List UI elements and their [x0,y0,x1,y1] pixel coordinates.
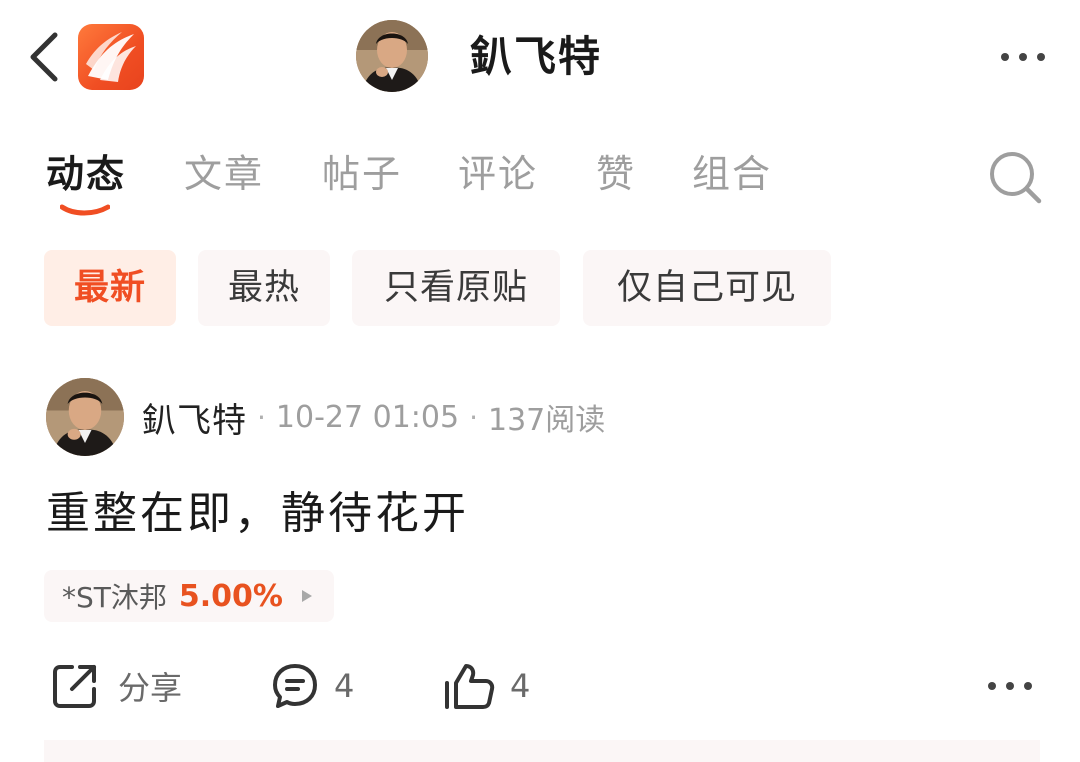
more-button[interactable] [994,40,1052,74]
like-button[interactable]: 4 [442,658,530,714]
share-icon [53,665,96,708]
profile-avatar[interactable] [356,20,428,92]
filter-chips: 最新 最热 只看原贴 仅自己可见 [0,250,1080,330]
comment-count: 4 [334,667,355,705]
filter-private-only[interactable]: 仅自己可见 [583,250,831,326]
chevron-left-icon [30,32,58,82]
tab-posts[interactable]: 帖子 [322,150,402,198]
post-read-count: 137阅读 [487,403,606,438]
active-tab-indicator [60,204,110,216]
app-logo[interactable] [78,24,144,90]
thumbs-up-icon [445,664,495,709]
tab-comments[interactable]: 评论 [458,150,538,198]
back-button[interactable] [22,30,66,84]
like-count: 4 [510,667,531,705]
share-button[interactable]: 分享 [50,658,182,714]
tab-portfolios[interactable]: 组合 [692,150,772,198]
app-logo-icon [86,32,136,82]
triangle-right-icon [301,590,312,602]
share-label: 分享 [118,669,183,707]
post-content[interactable]: 重整在即，静待花开 [46,484,469,544]
post-author-avatar[interactable] [46,378,124,456]
post-more-button[interactable] [982,668,1038,704]
more-horizontal-icon [988,682,1032,690]
search-icon [990,152,1042,204]
search-button[interactable] [986,148,1044,206]
filter-original-only[interactable]: 只看原贴 [352,250,560,326]
tab-dynamics[interactable]: 动态 [46,150,126,198]
comment-icon [273,664,317,708]
tab-likes[interactable]: 赞 [596,150,636,198]
stock-tag[interactable]: *ST沐邦 5.00% [44,570,334,622]
filter-latest[interactable]: 最新 [44,250,176,326]
post-timestamp: 10-27 01:05 [275,399,460,435]
post-action-bar: 分享 4 4 [0,650,1080,722]
meta-separator: · [257,400,266,434]
more-horizontal-icon [1001,53,1045,61]
stock-change: 5.00% [178,578,283,614]
post-author-name[interactable]: 釟飞特 [142,393,247,442]
meta-separator: · [469,400,478,434]
avatar-photo [46,378,124,456]
avatar-photo [356,20,428,92]
stock-name: *ST沐邦 [62,581,167,614]
profile-tabs: 动态 文章 帖子 评论 赞 组合 [0,140,1080,230]
next-post-card [44,740,1040,762]
filter-hottest[interactable]: 最热 [198,250,330,326]
tab-articles[interactable]: 文章 [184,150,264,198]
post-meta: 釟飞特 · 10-27 01:05 · 137阅读 [142,392,605,442]
top-bar: 釟飞特 [0,0,1080,115]
comment-button[interactable]: 4 [270,658,354,714]
profile-title: 釟飞特 [470,32,603,81]
